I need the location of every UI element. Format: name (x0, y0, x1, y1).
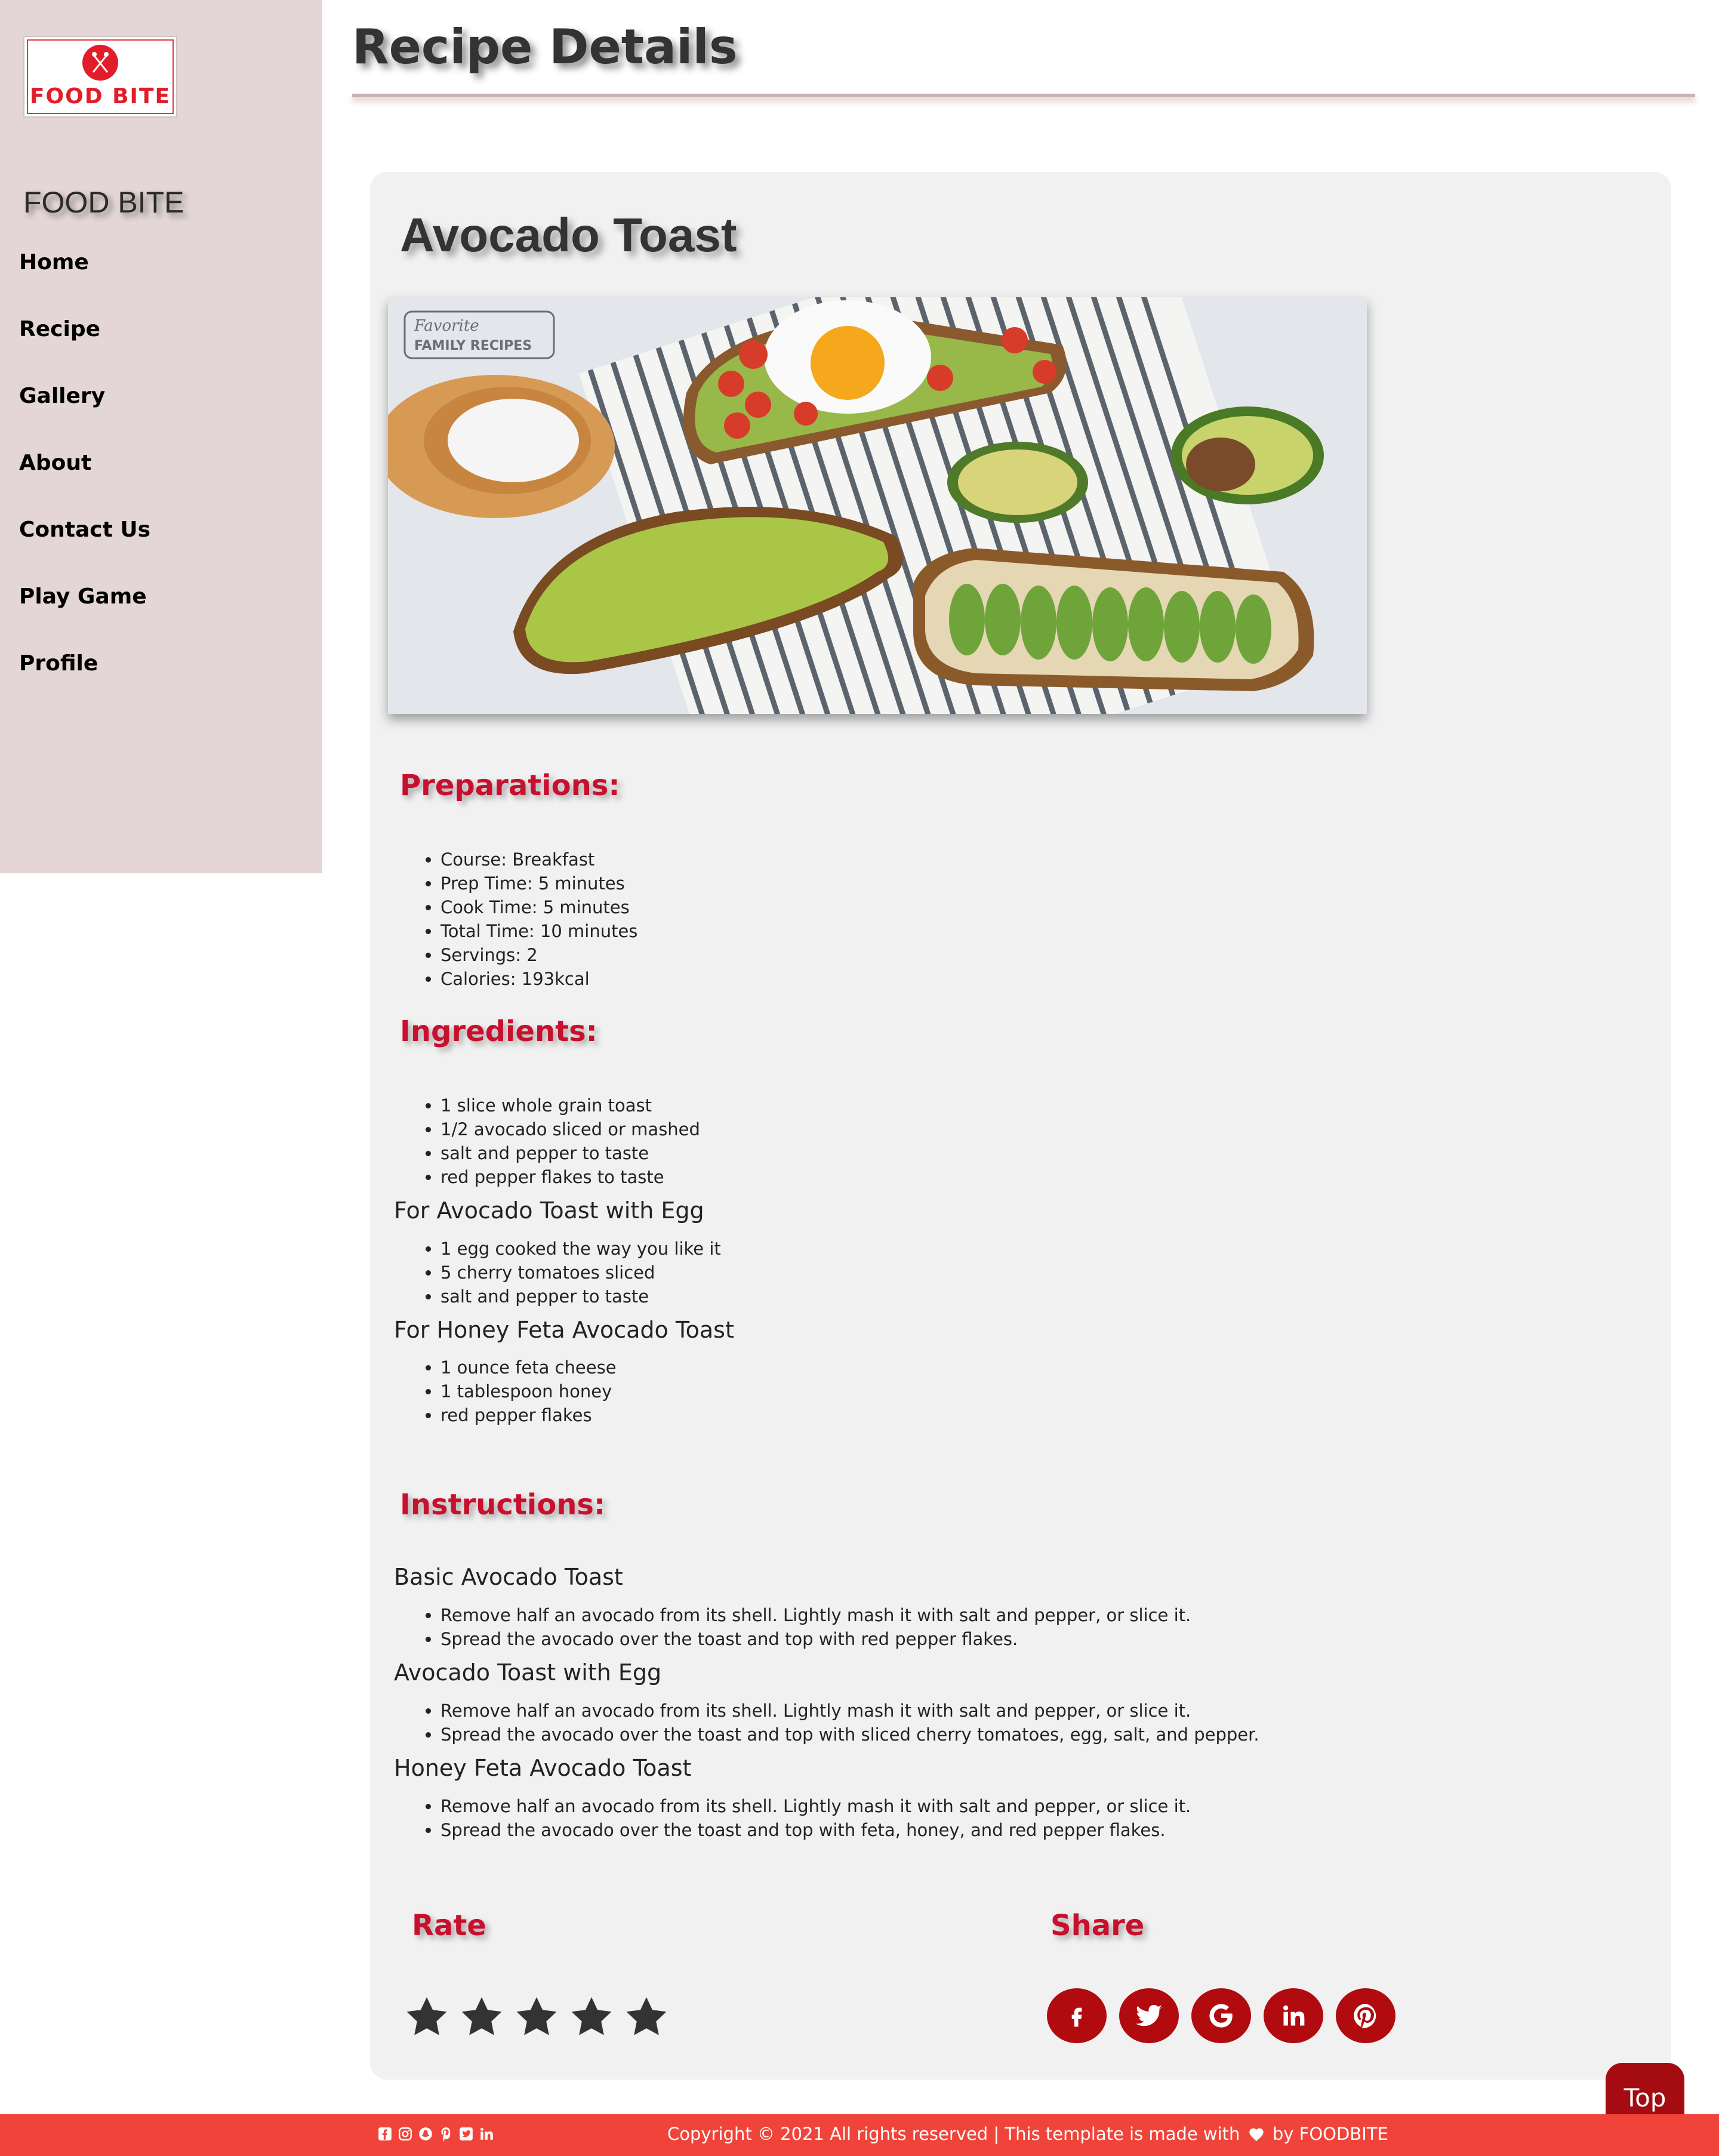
sidebar: FOOD BITE FOOD BITE Home Recipe Gallery … (0, 0, 322, 873)
star-icon[interactable] (568, 1994, 615, 2040)
list-item: salt and pepper to taste (440, 1141, 700, 1165)
ingredients-egg-list: 1 egg cooked the way you like it 5 cherr… (440, 1237, 721, 1308)
copyright-text: Copyright © 2021 All rights reserved | T… (667, 2124, 1388, 2144)
list-item: Calories: 193kcal (440, 967, 637, 991)
instructions-heading: Instructions: (400, 1488, 606, 1521)
star-icon[interactable] (623, 1994, 670, 2040)
recipe-photo: Favorite FAMILY RECIPES (388, 297, 1367, 714)
google-icon (1209, 2004, 1233, 2028)
instructions-basic-list: Remove half an avocado from its shell. L… (440, 1603, 1191, 1651)
ingredients-heading: Ingredients: (400, 1015, 597, 1048)
pinterest-icon[interactable] (438, 2126, 454, 2142)
brand-name: FOOD BITE (23, 186, 184, 219)
list-item: Remove half an avocado from its shell. L… (440, 1699, 1259, 1723)
svg-text:Favorite: Favorite (414, 317, 479, 335)
sidebar-nav: Home Recipe Gallery About Contact Us Pla… (19, 245, 150, 713)
list-item: Spread the avocado over the toast and to… (440, 1627, 1191, 1651)
recipe-card: Avocado Toast Favorite FAMILY RECIPES Pr… (370, 172, 1671, 2080)
sidebar-item-home[interactable]: Home (19, 245, 150, 312)
list-item: Cook Time: 5 minutes (440, 895, 637, 919)
twitter-icon[interactable] (458, 2126, 474, 2142)
star-icon[interactable] (403, 1994, 450, 2040)
preparations-heading: Preparations: (400, 769, 620, 802)
sidebar-item-contact-us[interactable]: Contact Us (19, 512, 150, 579)
instructions-egg-heading: Avocado Toast with Egg (394, 1659, 662, 1686)
share-heading: Share (1050, 1909, 1145, 1942)
list-item: 1/2 avocado sliced or mashed (440, 1117, 700, 1141)
linkedin-icon (1283, 2005, 1305, 2026)
list-item: salt and pepper to taste (440, 1285, 721, 1308)
recipe-title: Avocado Toast (400, 208, 737, 261)
pinterest-icon (1354, 2004, 1376, 2028)
list-item: 5 cherry tomatoes sliced (440, 1261, 721, 1285)
star-icon[interactable] (458, 1994, 505, 2040)
list-item: Total Time: 10 minutes (440, 919, 637, 943)
sidebar-item-play-game[interactable]: Play Game (19, 579, 150, 646)
sidebar-item-gallery[interactable]: Gallery (19, 378, 150, 445)
sidebar-item-about[interactable]: About (19, 445, 150, 512)
footer-social-icons (377, 2126, 494, 2142)
facebook-icon (1071, 2007, 1082, 2027)
instructions-feta-heading: Honey Feta Avocado Toast (394, 1755, 692, 1781)
star-rating[interactable] (403, 1994, 670, 2040)
twitter-icon (1136, 2004, 1162, 2026)
page-title: Recipe Details (352, 19, 738, 75)
rate-heading: Rate (412, 1909, 486, 1942)
snapchat-icon[interactable] (418, 2126, 433, 2142)
list-item: Remove half an avocado from its shell. L… (440, 1794, 1191, 1818)
list-item: Spread the avocado over the toast and to… (440, 1723, 1259, 1747)
footer: Copyright © 2021 All rights reserved | T… (0, 2114, 1719, 2156)
list-item: Spread the avocado over the toast and to… (440, 1818, 1191, 1842)
header-divider (352, 94, 1695, 97)
instagram-icon[interactable] (398, 2126, 413, 2142)
list-item: 1 tablespoon honey (440, 1379, 617, 1403)
facebook-share-button[interactable] (1047, 1988, 1107, 2043)
logo[interactable]: FOOD BITE (23, 36, 177, 118)
list-item: 1 slice whole grain toast (440, 1094, 700, 1117)
twitter-share-button[interactable] (1119, 1988, 1179, 2043)
copyright-after: by FOODBITE (1272, 2124, 1388, 2144)
list-item: Servings: 2 (440, 943, 637, 967)
instructions-feta-list: Remove half an avocado from its shell. L… (440, 1794, 1191, 1842)
list-item: Remove half an avocado from its shell. L… (440, 1603, 1191, 1627)
svg-text:FAMILY RECIPES: FAMILY RECIPES (414, 338, 532, 353)
logo-text: FOOD BITE (29, 84, 171, 109)
instructions-basic-heading: Basic Avocado Toast (394, 1564, 623, 1590)
sidebar-item-recipe[interactable]: Recipe (19, 312, 150, 378)
linkedin-icon[interactable] (479, 2126, 494, 2142)
ingredients-egg-heading: For Avocado Toast with Egg (394, 1197, 704, 1224)
ingredients-base-list: 1 slice whole grain toast 1/2 avocado sl… (440, 1094, 700, 1189)
facebook-icon[interactable] (377, 2126, 393, 2142)
pinterest-share-button[interactable] (1336, 1988, 1395, 2043)
logo-frame: FOOD BITE (27, 39, 174, 114)
list-item: Course: Breakfast (440, 848, 637, 871)
copyright-before: Copyright © 2021 All rights reserved | T… (667, 2124, 1240, 2144)
list-item: Prep Time: 5 minutes (440, 871, 637, 895)
list-item: 1 egg cooked the way you like it (440, 1237, 721, 1261)
list-item: 1 ounce feta cheese (440, 1356, 617, 1379)
heart-icon (1249, 2128, 1264, 2142)
utensils-icon (82, 45, 118, 81)
google-share-button[interactable] (1191, 1988, 1251, 2043)
star-icon[interactable] (513, 1994, 560, 2040)
ingredients-feta-heading: For Honey Feta Avocado Toast (394, 1317, 734, 1343)
preparations-list: Course: Breakfast Prep Time: 5 minutes C… (440, 848, 637, 991)
instructions-egg-list: Remove half an avocado from its shell. L… (440, 1699, 1259, 1747)
ingredients-feta-list: 1 ounce feta cheese 1 tablespoon honey r… (440, 1356, 617, 1427)
list-item: red pepper flakes (440, 1403, 617, 1427)
share-buttons (1047, 1988, 1395, 2043)
linkedin-share-button[interactable] (1264, 1988, 1323, 2043)
sidebar-item-profile[interactable]: Profile (19, 646, 150, 713)
list-item: red pepper flakes to taste (440, 1165, 700, 1189)
